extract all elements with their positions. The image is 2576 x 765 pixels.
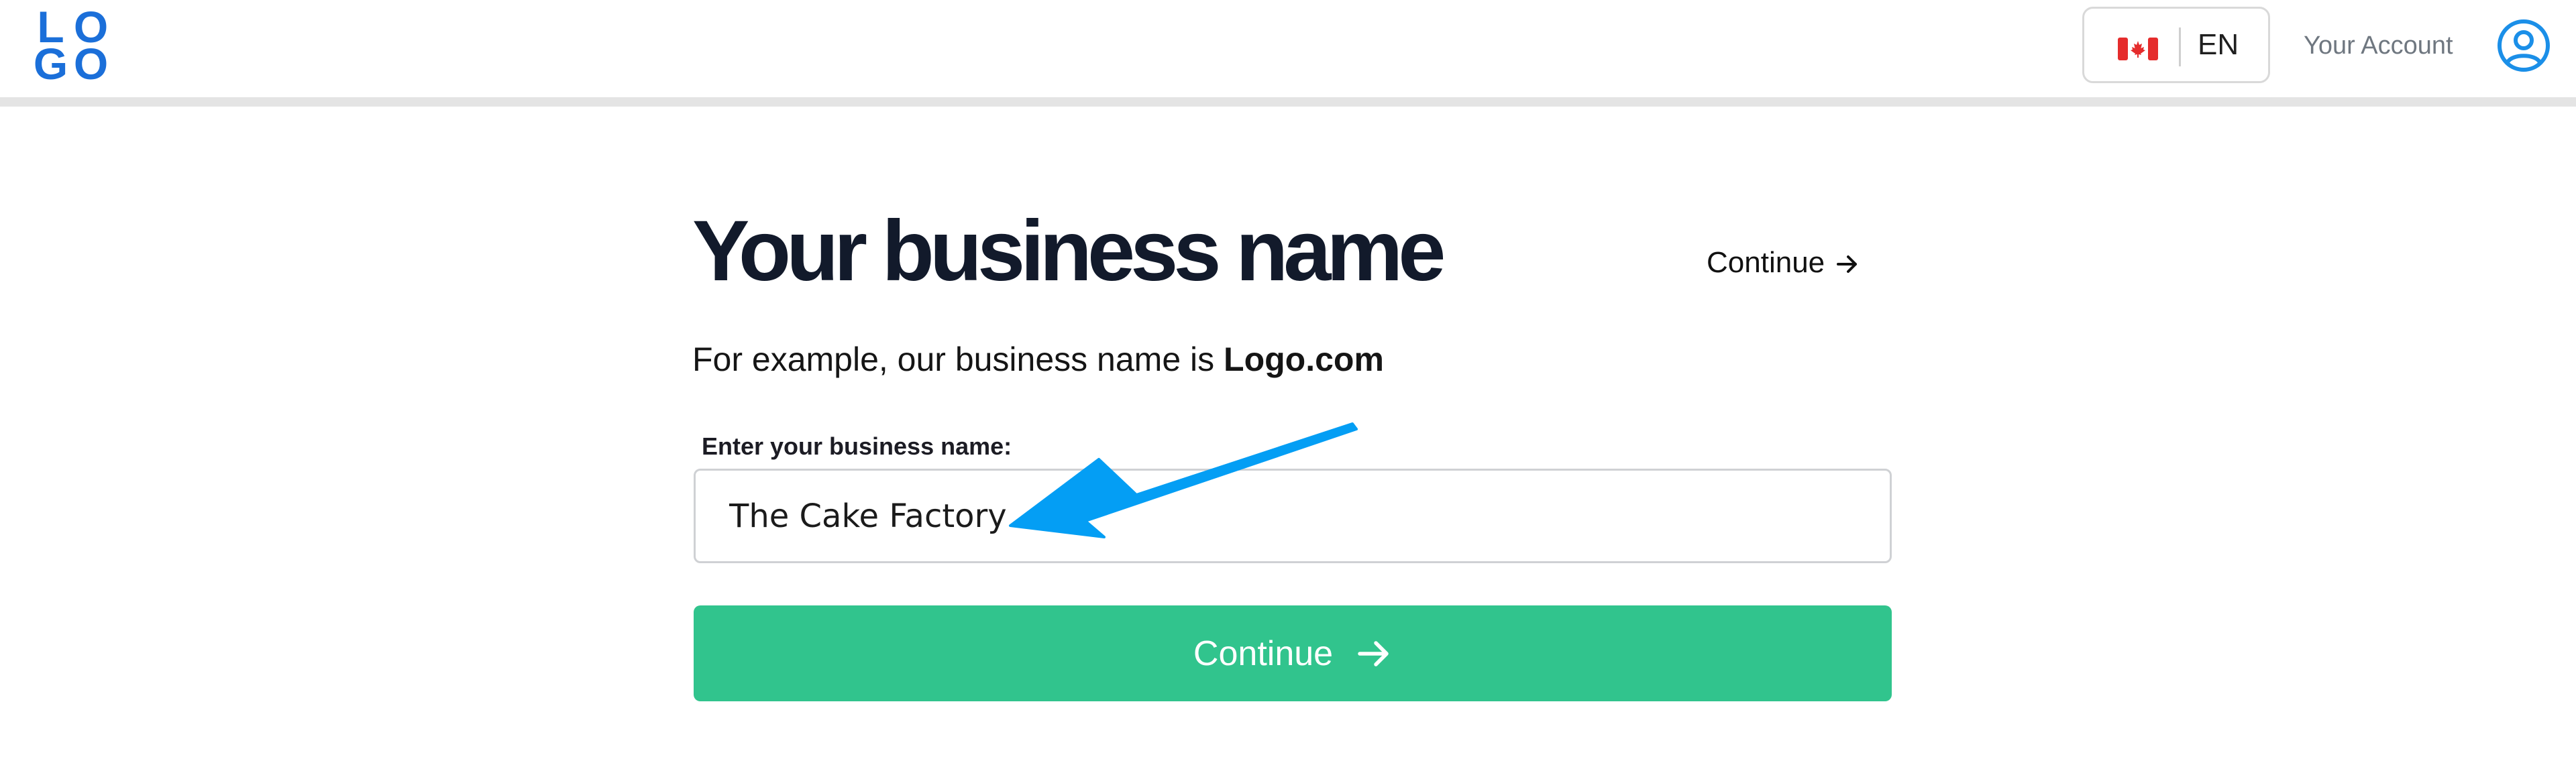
example-business-name: Logo.com (1224, 341, 1384, 378)
user-circle-icon[interactable] (2496, 18, 2551, 73)
language-divider (2179, 27, 2181, 66)
logo-letter: O (73, 38, 109, 89)
business-name-input[interactable] (694, 469, 1892, 563)
logo-letter: G (33, 38, 68, 89)
continue-link[interactable]: Continue (1707, 243, 1860, 283)
continue-link-label: Continue (1707, 246, 1825, 279)
arrow-right-icon (1837, 255, 1858, 274)
canada-flag-icon (2118, 38, 2158, 60)
logo-line-2: G O (32, 42, 109, 86)
continue-button[interactable]: Continue (694, 605, 1892, 701)
language-switcher[interactable]: EN (2082, 7, 2270, 83)
business-name-label: Enter your business name: (702, 432, 1012, 460)
example-prefix: For example, our business name is (692, 341, 1224, 378)
language-code: EN (2198, 28, 2239, 61)
top-header: L O G O EN Your Account (0, 0, 2576, 97)
example-text: For example, our business name is Logo.c… (692, 339, 1384, 379)
logo[interactable]: L O G O (32, 5, 109, 86)
arrow-right-icon (1358, 640, 1389, 666)
continue-button-label: Continue (1193, 634, 1334, 673)
page-title: Your business name (692, 203, 1446, 299)
your-account-link[interactable]: Your Account (2304, 0, 2453, 91)
header-divider (0, 97, 2576, 107)
